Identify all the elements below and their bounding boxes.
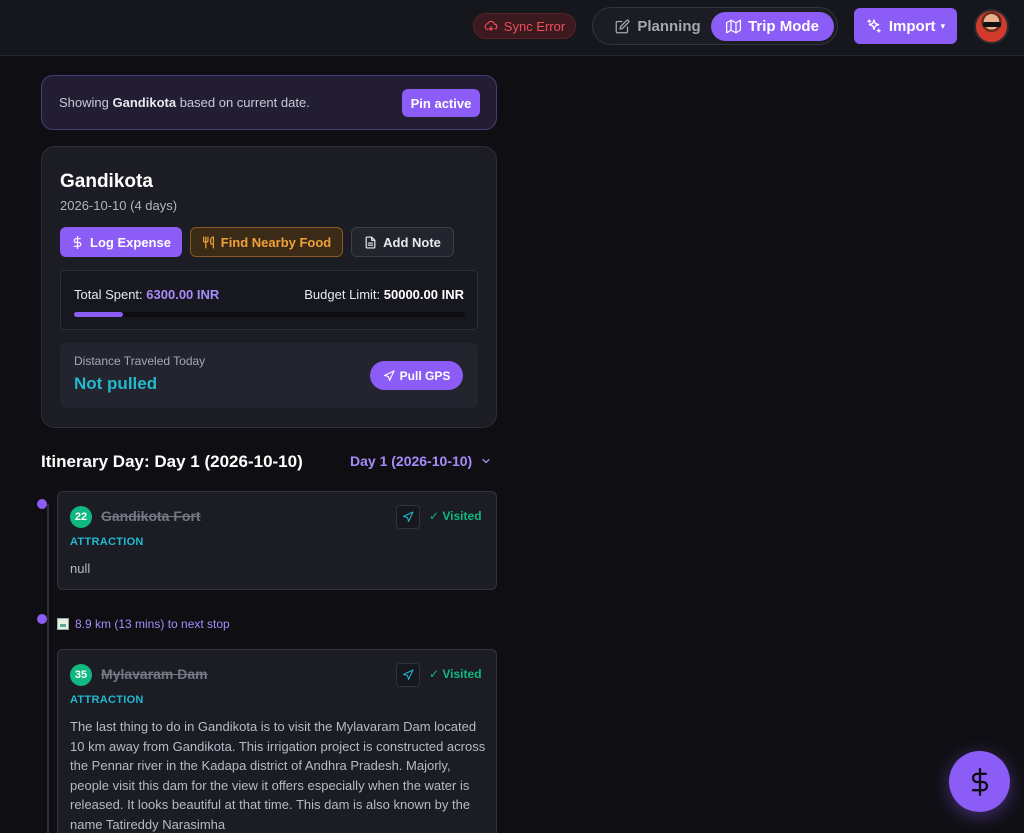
- total-spent: Total Spent: 6300.00 INR: [74, 287, 219, 302]
- navigation-icon: [403, 511, 414, 522]
- avatar-glasses: [983, 22, 1001, 27]
- total-spent-value: 6300.00 INR: [146, 287, 220, 302]
- stop-number: 22: [70, 506, 92, 528]
- planning-label: Planning: [637, 18, 701, 35]
- location-title: Gandikota: [60, 171, 153, 192]
- navigate-button[interactable]: [396, 663, 420, 687]
- add-expense-fab[interactable]: [949, 751, 1010, 812]
- itinerary-title: Itinerary Day: Day 1 (2026-10-10): [41, 452, 303, 471]
- cloud-off-icon: [484, 20, 498, 31]
- banner-location: Gandikota: [112, 95, 177, 110]
- visited-label: Visited: [442, 509, 482, 523]
- navigation-icon: [383, 369, 395, 381]
- note-icon: [365, 235, 376, 249]
- log-expense-button[interactable]: Log Expense: [60, 227, 182, 257]
- chevron-down-icon: [482, 458, 490, 464]
- budget-limit-value: 50000.00 INR: [383, 287, 464, 302]
- utensils-icon: [202, 235, 214, 249]
- timeline-dot: [37, 499, 47, 509]
- itinerary-stop[interactable]: 35 Mylavaram Dam ✓ Visited ATTRACTION Th…: [57, 649, 497, 833]
- trip-mode-label: Trip Mode: [748, 18, 819, 35]
- stop-name: Gandikota Fort: [101, 508, 201, 524]
- banner-text: Showing Gandikota based on current date.: [59, 95, 310, 110]
- stop-category: ATTRACTION: [70, 536, 144, 548]
- timeline-dot: [37, 614, 47, 624]
- budget-progress-fill: [74, 312, 124, 317]
- stop-description: null: [70, 561, 91, 576]
- timeline-line: [47, 504, 49, 833]
- route-image-icon: [57, 618, 69, 630]
- mode-toggle: Planning Trip Mode: [592, 7, 838, 45]
- visited-status[interactable]: ✓ Visited: [429, 509, 482, 523]
- dollar-icon: [73, 235, 82, 249]
- edit-icon: [615, 19, 630, 34]
- dollar-icon: [971, 767, 988, 796]
- map-icon: [726, 19, 742, 34]
- travel-info-label: 8.9 km (13 mins) to next stop: [75, 617, 230, 631]
- pull-gps-label: Pull GPS: [399, 368, 451, 383]
- planning-mode-button[interactable]: Planning: [605, 12, 711, 41]
- avatar[interactable]: [974, 9, 1009, 44]
- navigate-button[interactable]: [396, 505, 420, 529]
- pin-active-button[interactable]: Pin active: [402, 89, 480, 117]
- top-bar: Sync Error Planning Trip Mode Import ▾: [0, 0, 1024, 56]
- add-note-button[interactable]: Add Note: [351, 227, 454, 257]
- stop-description: The last thing to do in Gandikota is to …: [70, 719, 486, 832]
- sync-error-label: Sync Error: [503, 18, 566, 34]
- import-button[interactable]: Import ▾: [854, 8, 957, 44]
- itinerary-stop[interactable]: 22 Gandikota Fort ✓ Visited ATTRACTION n…: [57, 491, 497, 590]
- sparkles-icon: [867, 19, 881, 33]
- distance-label: Distance Traveled Today: [74, 354, 206, 368]
- distance-panel: Distance Traveled Today Not pulled Pull …: [60, 343, 478, 408]
- visited-label: Visited: [442, 667, 482, 681]
- day-selector[interactable]: Day 1 (2026-10-10): [350, 453, 492, 469]
- pull-gps-button[interactable]: Pull GPS: [370, 361, 463, 390]
- location-dates: 2026-10-10 (4 days): [60, 198, 178, 213]
- day-selector-label: Day 1 (2026-10-10): [350, 453, 473, 469]
- navigation-icon: [403, 669, 414, 680]
- caret-down-icon: ▾: [940, 20, 946, 31]
- stop-category: ATTRACTION: [70, 694, 144, 706]
- add-note-label: Add Note: [383, 234, 441, 250]
- current-date-banner: Showing Gandikota based on current date.…: [41, 75, 497, 130]
- budget-limit-label: Budget Limit:: [304, 287, 381, 302]
- budget-limit: Budget Limit: 50000.00 INR: [304, 287, 464, 302]
- import-label: Import: [888, 17, 936, 35]
- total-spent-label: Total Spent:: [74, 287, 143, 302]
- budget-progress-track: [74, 312, 465, 317]
- find-nearby-food-button[interactable]: Find Nearby Food: [190, 227, 343, 257]
- stop-name: Mylavaram Dam: [101, 666, 208, 682]
- budget-panel: Total Spent: 6300.00 INR Budget Limit: 5…: [60, 270, 478, 330]
- visited-status[interactable]: ✓ Visited: [429, 667, 482, 681]
- travel-info: 8.9 km (13 mins) to next stop: [57, 617, 230, 631]
- stop-number: 35: [70, 664, 92, 686]
- trip-mode-button[interactable]: Trip Mode: [711, 12, 834, 41]
- banner-suffix: based on current date.: [179, 95, 310, 110]
- find-food-label: Find Nearby Food: [220, 234, 332, 250]
- banner-prefix: Showing: [59, 95, 109, 110]
- distance-value: Not pulled: [74, 374, 158, 393]
- log-expense-label: Log Expense: [90, 234, 171, 250]
- sync-error-badge[interactable]: Sync Error: [473, 13, 576, 39]
- location-card: Gandikota 2026-10-10 (4 days) Log Expens…: [41, 146, 497, 428]
